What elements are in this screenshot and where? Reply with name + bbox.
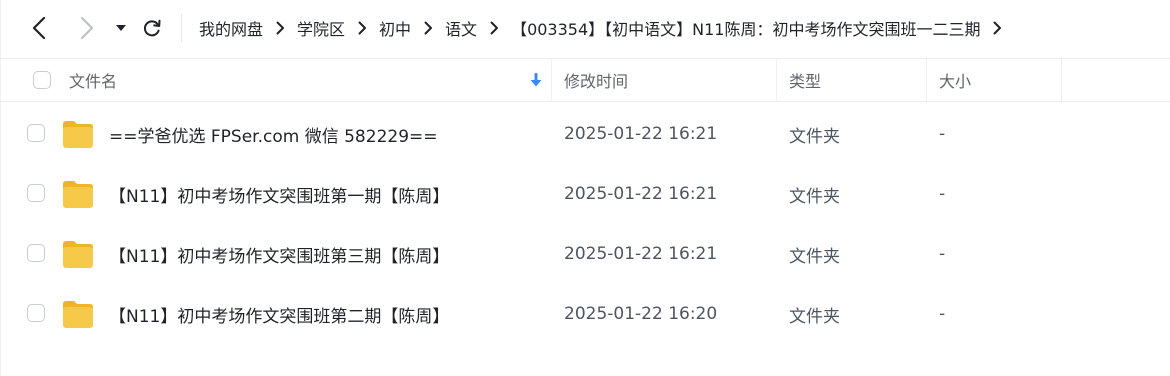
column-header-mtime[interactable]: 修改时间 (564, 59, 628, 101)
back-button[interactable] (27, 14, 51, 42)
select-all-checkbox[interactable] (33, 71, 51, 89)
file-mtime: 2025-01-22 16:20 (564, 304, 718, 324)
column-divider[interactable] (551, 59, 552, 101)
row-checkbox-cell (27, 244, 45, 262)
row-checkbox[interactable] (27, 184, 45, 202)
file-type: 文件夹 (789, 186, 840, 207)
chevron-right-icon (411, 18, 445, 38)
toolbar-divider (181, 14, 182, 42)
file-type: 文件夹 (789, 126, 840, 147)
caret-down-icon (116, 25, 126, 31)
breadcrumb-item-current-folder[interactable]: 【003354】【初中语文】N11陈周：初中考场作文突围班一二三期 (511, 16, 980, 40)
breadcrumb-item-chinese[interactable]: 语文 (445, 16, 477, 40)
table-row[interactable]: 【N11】初中考场作文突围班第二期【陈周】 2025-01-22 16:20 文… (1, 284, 1170, 344)
file-mtime: 2025-01-22 16:21 (564, 184, 718, 204)
row-checkbox-cell (27, 124, 45, 142)
chevron-left-icon (32, 16, 46, 40)
file-type: 文件夹 (789, 246, 840, 267)
file-size: - (939, 184, 946, 204)
file-name[interactable]: 【N11】初中考场作文突围班第一期【陈周】 (109, 164, 449, 224)
file-type: 文件夹 (789, 306, 840, 327)
history-dropdown-button[interactable] (113, 14, 129, 42)
column-header-name[interactable]: 文件名 (69, 59, 117, 101)
file-mtime: 2025-01-22 16:21 (564, 124, 718, 144)
file-name[interactable]: 【N11】初中考场作文突围班第三期【陈周】 (109, 224, 449, 284)
file-size: - (939, 304, 946, 324)
refresh-button[interactable] (140, 14, 164, 42)
file-size: - (939, 244, 946, 264)
chevron-right-icon (980, 18, 1014, 38)
chevron-right-icon (345, 18, 379, 38)
column-header-size[interactable]: 大小 (939, 59, 971, 101)
column-divider[interactable] (1061, 59, 1062, 101)
folder-icon (63, 241, 93, 268)
select-all-cell (33, 59, 51, 101)
table-row[interactable]: ==学爸优选 FPSer.com 微信 582229== 2025-01-22 … (1, 104, 1170, 164)
column-divider[interactable] (776, 59, 777, 101)
file-table-header: 文件名 修改时间 类型 大小 (1, 58, 1170, 102)
chevron-right-icon (477, 18, 511, 38)
folder-icon (63, 301, 93, 328)
folder-icon (63, 181, 93, 208)
file-list: ==学爸优选 FPSer.com 微信 582229== 2025-01-22 … (1, 104, 1170, 344)
navigation-bar: 我的网盘 学院区 初中 语文 【003354】【初中语文】N11陈周：初中考场作… (1, 0, 1170, 56)
breadcrumb-item-my-drive[interactable]: 我的网盘 (199, 16, 263, 40)
breadcrumb-item-junior-high[interactable]: 初中 (379, 16, 411, 40)
file-mtime: 2025-01-22 16:21 (564, 244, 718, 264)
file-size: - (939, 124, 946, 144)
column-divider[interactable] (926, 59, 927, 101)
row-checkbox-cell (27, 304, 45, 322)
sort-down-arrow-icon[interactable] (529, 72, 543, 88)
file-name[interactable]: ==学爸优选 FPSer.com 微信 582229== (109, 104, 438, 164)
chevron-right-icon (263, 18, 297, 38)
row-checkbox[interactable] (27, 244, 45, 262)
file-name[interactable]: 【N11】初中考场作文突围班第二期【陈周】 (109, 284, 449, 344)
table-row[interactable]: 【N11】初中考场作文突围班第三期【陈周】 2025-01-22 16:21 文… (1, 224, 1170, 284)
breadcrumb: 我的网盘 学院区 初中 语文 【003354】【初中语文】N11陈周：初中考场作… (199, 0, 1014, 56)
row-checkbox-cell (27, 184, 45, 202)
file-browser-window: 我的网盘 学院区 初中 语文 【003354】【初中语文】N11陈周：初中考场作… (0, 0, 1170, 376)
row-checkbox[interactable] (27, 304, 45, 322)
row-checkbox[interactable] (27, 124, 45, 142)
table-row[interactable]: 【N11】初中考场作文突围班第一期【陈周】 2025-01-22 16:21 文… (1, 164, 1170, 224)
column-header-type[interactable]: 类型 (789, 59, 821, 101)
breadcrumb-item-academy[interactable]: 学院区 (297, 16, 345, 40)
forward-button[interactable] (75, 14, 99, 42)
chevron-right-icon (81, 17, 93, 39)
refresh-icon (143, 19, 161, 37)
folder-icon (63, 121, 93, 148)
